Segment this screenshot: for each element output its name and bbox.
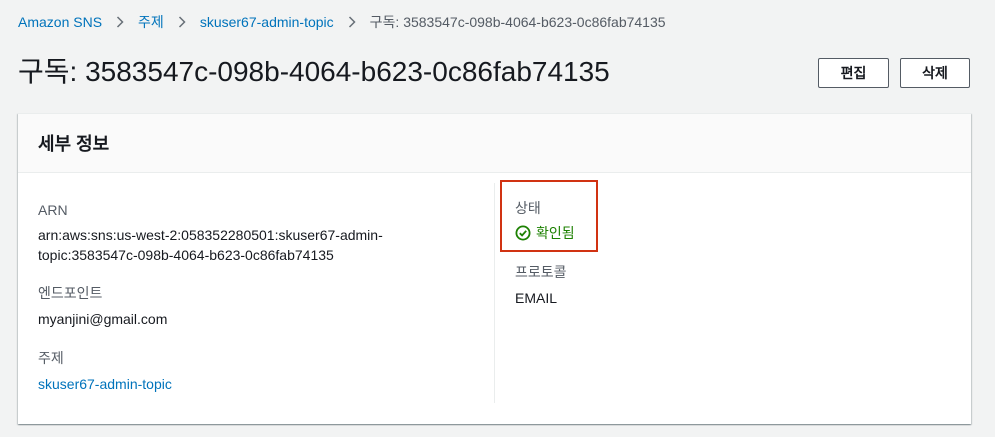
- status-label: 상태: [515, 200, 541, 216]
- check-circle-icon: [515, 225, 531, 241]
- arn-label: ARN: [38, 202, 68, 218]
- arn-field: ARN arn:aws:sns:us-west-2:058352280501:s…: [38, 200, 383, 265]
- breadcrumb-topics[interactable]: 주제: [138, 12, 164, 32]
- arn-value-line-1: arn:aws:sns:us-west-2:058352280501:skuse…: [38, 227, 383, 243]
- topic-link[interactable]: skuser67-admin-topic: [38, 376, 172, 392]
- chevron-right-icon: [178, 16, 186, 28]
- page-title: 구독: 3583547c-098b-4064-b623-0c86fab74135: [18, 56, 610, 87]
- details-heading: 세부 정보: [38, 134, 110, 154]
- arn-value-line-2: topic:3583547c-098b-4064-b623-0c86fab741…: [38, 247, 334, 263]
- topic-field: 주제 skuser67-admin-topic: [38, 348, 172, 394]
- edit-button[interactable]: 편집: [818, 58, 889, 88]
- chevron-right-icon: [348, 16, 356, 28]
- protocol-field: 프로토콜 EMAIL: [515, 262, 567, 308]
- protocol-label: 프로토콜: [515, 264, 567, 280]
- status-field: 상태 확인됨: [515, 198, 575, 243]
- endpoint-value: myanjini@gmail.com: [38, 311, 168, 327]
- header-actions: 편집 삭제: [818, 58, 970, 88]
- chevron-right-icon: [116, 16, 124, 28]
- column-divider: [494, 183, 495, 403]
- breadcrumb-amazon-sns[interactable]: Amazon SNS: [18, 12, 102, 32]
- details-panel: 세부 정보 ARN arn:aws:sns:us-west-2:05835228…: [18, 113, 971, 424]
- delete-button[interactable]: 삭제: [900, 58, 970, 88]
- status-value: 확인됨: [515, 223, 575, 243]
- details-panel-body: ARN arn:aws:sns:us-west-2:058352280501:s…: [18, 173, 971, 423]
- topic-label: 주제: [38, 350, 64, 366]
- breadcrumb: Amazon SNS 주제 skuser67-admin-topic 구독: 3…: [18, 12, 666, 32]
- details-panel-header: 세부 정보: [18, 114, 971, 173]
- status-text: 확인됨: [536, 225, 575, 241]
- breadcrumb-current: 구독: 3583547c-098b-4064-b623-0c86fab74135: [369, 14, 666, 30]
- protocol-value: EMAIL: [515, 290, 558, 306]
- endpoint-field: 엔드포인트 myanjini@gmail.com: [38, 283, 167, 329]
- breadcrumb-topic-name[interactable]: skuser67-admin-topic: [200, 12, 334, 32]
- endpoint-label: 엔드포인트: [38, 285, 103, 301]
